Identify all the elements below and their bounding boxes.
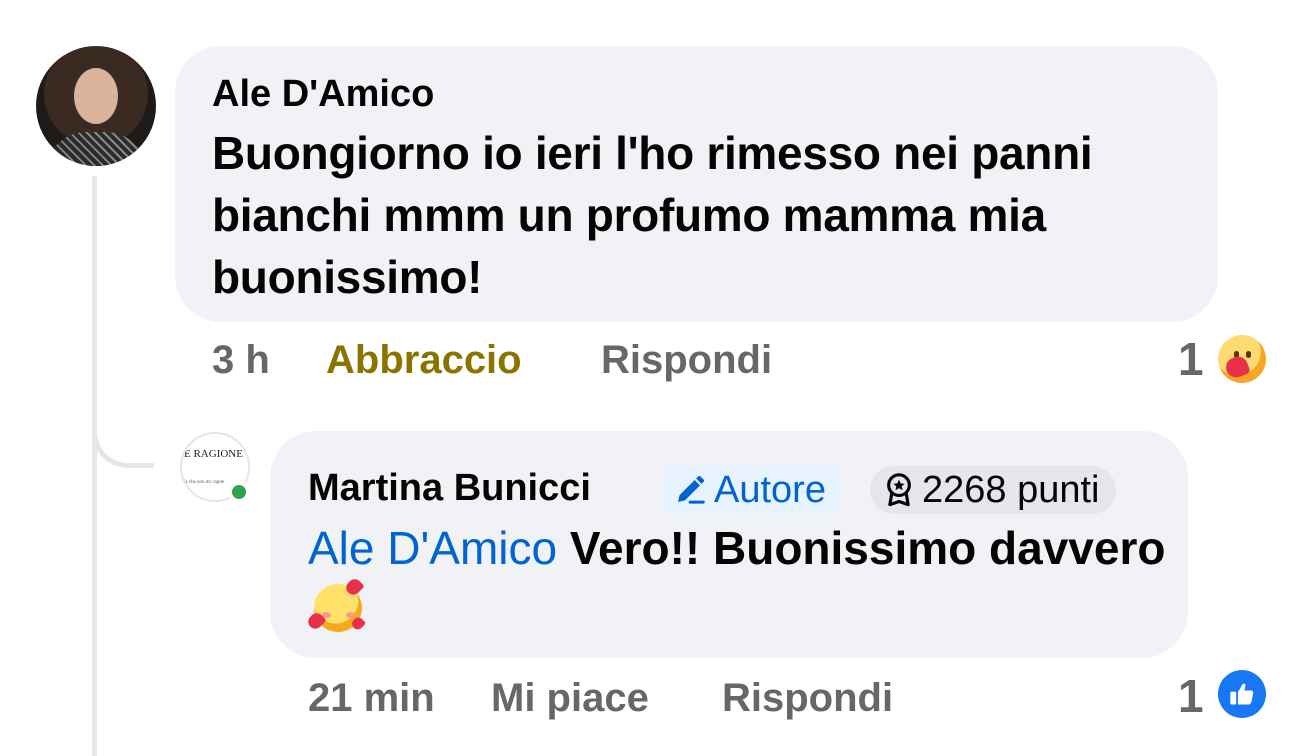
reply-author-name[interactable]: Martina Bunicci	[308, 466, 591, 510]
comment-timestamp[interactable]: 3 h	[212, 336, 270, 384]
care-hug-icon[interactable]	[1218, 335, 1266, 383]
emoji-cheek	[346, 612, 355, 618]
points-badge[interactable]: 2268 punti	[870, 466, 1116, 514]
avatar-ale-damico[interactable]	[36, 46, 156, 166]
reply-text-block: Ale D'Amico Vero!! Buonissimo davvero	[305, 518, 1168, 642]
avatar-logo-subtext: la che non mi capite	[184, 480, 225, 485]
like-button[interactable]: Mi piace	[491, 674, 649, 722]
reply-button[interactable]: Rispondi	[722, 674, 893, 722]
avatar-shirt	[46, 132, 146, 166]
reaction-button[interactable]: Abbraccio	[326, 336, 522, 384]
avatar-face	[74, 68, 118, 124]
author-badge: Autore	[662, 466, 840, 514]
reply-timestamp[interactable]: 21 min	[308, 674, 435, 722]
reply-text: Vero!! Buonissimo davvero	[569, 522, 1166, 574]
avatar-logo-text: E RAGIONE 'I	[184, 448, 250, 460]
comment-author-name[interactable]: Ale D'Amico	[212, 72, 434, 116]
reaction-count[interactable]: 1	[1178, 333, 1204, 385]
comment-text: Buongiorno io ieri l'ho rimesso nei pann…	[212, 127, 1093, 303]
online-status-indicator	[229, 482, 249, 502]
thread-connector	[92, 400, 154, 468]
pencil-icon	[678, 475, 705, 504]
points-badge-label: 2268 punti	[922, 469, 1100, 511]
like-thumb-icon[interactable]	[1218, 670, 1266, 718]
reply-button[interactable]: Rispondi	[601, 336, 772, 384]
emoji-eye	[1246, 351, 1251, 358]
reaction-count[interactable]: 1	[1178, 670, 1204, 722]
thread-line	[92, 176, 97, 756]
author-badge-label: Autore	[714, 469, 826, 511]
award-badge-icon	[887, 473, 911, 507]
smiling-face-with-hearts-icon	[305, 576, 367, 636]
mention-link[interactable]: Ale D'Amico	[308, 522, 557, 574]
thumbs-up-glyph	[1230, 683, 1254, 705]
